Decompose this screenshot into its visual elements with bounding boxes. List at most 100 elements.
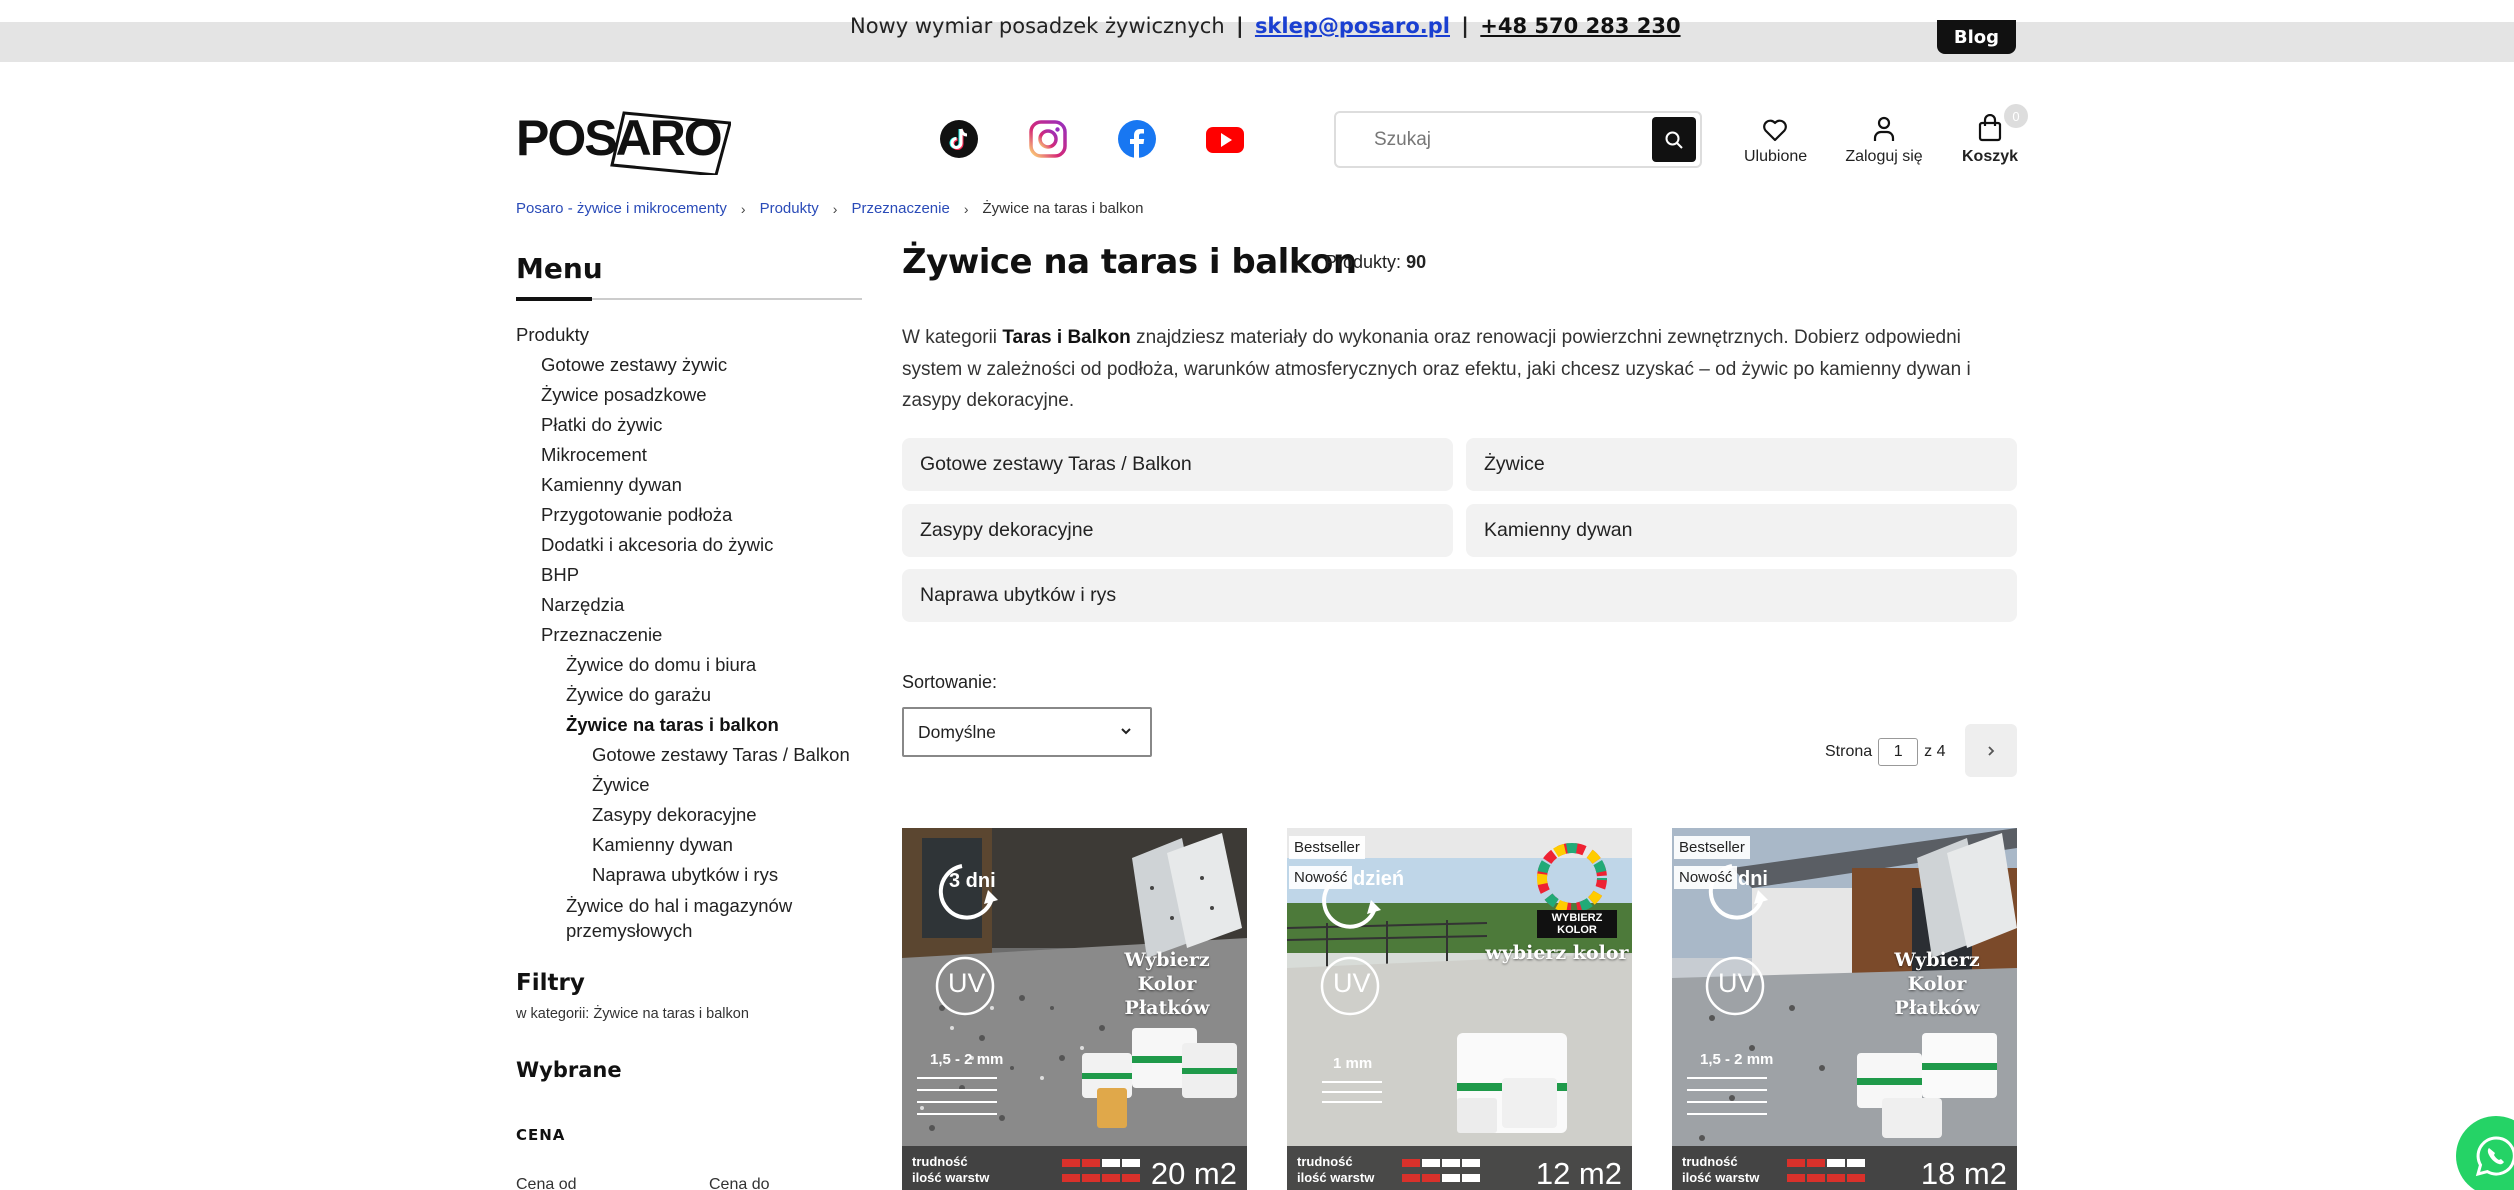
- blog-button[interactable]: Blog: [1937, 20, 2016, 54]
- top-bar-phone-link[interactable]: +48 570 283 230: [1480, 14, 1680, 38]
- difficulty-scale: trudność ilość warstw: [1682, 1154, 1760, 1185]
- sort-value: Domyślne: [918, 721, 996, 742]
- sidebar-item[interactable]: BHP: [516, 560, 866, 590]
- uv-label: UV: [1718, 968, 1756, 998]
- sort-label: Sortowanie:: [902, 672, 998, 692]
- tiktok-icon[interactable]: [940, 120, 978, 158]
- login-label: Zaloguj się: [1845, 148, 1923, 165]
- product-card[interactable]: Bestseller Nowość dzień WYBIERZ KOLOR wy…: [1287, 828, 1632, 1190]
- selected-filters-title: Wybrane: [516, 1058, 622, 1082]
- cart-count-badge: 0: [2004, 104, 2028, 128]
- top-bar-email-link[interactable]: sklep@posaro.pl: [1255, 14, 1450, 38]
- sidebar-item[interactable]: Żywice: [516, 770, 866, 800]
- page-number-input[interactable]: [1878, 738, 1919, 766]
- sidebar-item[interactable]: Narzędzia: [516, 590, 866, 620]
- category-description: W kategorii Taras i Balkon znajdziesz ma…: [902, 327, 1971, 411]
- difficulty-scale: trudność ilość warstw: [912, 1154, 990, 1185]
- sidebar-item[interactable]: Gotowe zestawy żywic: [516, 350, 866, 380]
- youtube-icon[interactable]: [1206, 120, 1244, 158]
- chevron-right-icon: ›: [832, 200, 838, 217]
- search-box: [1334, 111, 1702, 168]
- page-title: Żywice na taras i balkon: [902, 242, 1357, 282]
- uv-label: UV: [948, 968, 986, 998]
- curing-time-label: dzień: [1353, 868, 1405, 890]
- chevron-right-icon: [1988, 745, 1995, 756]
- subcategory-tile[interactable]: Zasypy dekoracyjne: [902, 504, 1453, 557]
- sidebar-item-active[interactable]: Żywice na taras i balkon: [516, 710, 866, 740]
- filters-title: Filtry: [516, 970, 585, 996]
- subcategory-tile[interactable]: Żywice: [1466, 438, 2017, 491]
- top-bar-tagline: Nowy wymiar posadzek żywicznych: [850, 14, 1225, 38]
- chevron-right-icon: ›: [740, 200, 746, 217]
- sidebar-title-underline: [516, 297, 592, 301]
- price-to-label: Cena do: [709, 1176, 770, 1190]
- coverage-area: 18 m2: [1920, 1156, 2007, 1190]
- product-count-value: 90: [1406, 252, 1427, 272]
- sidebar-item[interactable]: Żywice do hal i magazynów przemysłowych: [516, 890, 866, 946]
- search-button[interactable]: [1652, 117, 1696, 162]
- sidebar-item[interactable]: Płatki do żywic: [516, 410, 866, 440]
- bestseller-badge: Bestseller: [1674, 836, 1750, 859]
- top-bar: Nowy wymiar posadzek żywicznych | sklep@…: [0, 14, 2514, 62]
- shopping-bag-icon: [1978, 114, 2002, 142]
- price-from-label: Cena od: [516, 1176, 577, 1190]
- thickness-label: 1 mm: [1333, 1055, 1373, 1072]
- choose-color-stamp: WYBIERZ KOLOR: [1551, 912, 1603, 936]
- pager-label: Strona: [1825, 743, 1873, 760]
- breadcrumb-purpose[interactable]: Przeznaczenie: [851, 200, 949, 217]
- sidebar-menu: Produkty Gotowe zestawy żywic Żywice posad…: [516, 320, 866, 946]
- subcategory-tile[interactable]: Kamienny dywan: [1466, 504, 2017, 557]
- curing-time-label: dni: [1738, 868, 1768, 890]
- bestseller-badge: Bestseller: [1289, 836, 1365, 859]
- breadcrumb-home[interactable]: Posaro - żywice i mikrocementy: [516, 200, 727, 217]
- product-count: Produkty: 90: [1325, 252, 1427, 272]
- sidebar-item[interactable]: Żywice do domu i biura: [516, 650, 866, 680]
- chevron-down-icon: [1121, 728, 1131, 735]
- favorites-label: Ulubione: [1744, 148, 1808, 165]
- sidebar-item[interactable]: Kamienny dywan: [516, 470, 866, 500]
- sidebar-item[interactable]: Dodatki i akcesoria do żywic: [516, 530, 866, 560]
- new-badge: Nowość: [1289, 866, 1353, 889]
- sidebar-item[interactable]: Produkty: [516, 320, 866, 350]
- new-badge: Nowość: [1674, 866, 1738, 889]
- product-card[interactable]: Bestseller Nowość dni Wybierz Kolor Płat…: [1672, 828, 2017, 1190]
- search-icon: [1665, 131, 1683, 149]
- posaro-logo[interactable]: POSARO: [516, 103, 732, 177]
- cart-label: Koszyk: [1961, 148, 2019, 165]
- product-headline: Wybierz Kolor Płatków: [1124, 949, 1210, 1019]
- coverage-area: 12 m2: [1535, 1156, 1622, 1190]
- sidebar-item[interactable]: Żywice posadzkowe: [516, 380, 866, 410]
- search-input[interactable]: [1374, 125, 1634, 155]
- cart-link[interactable]: Koszyk 0: [1960, 104, 2028, 166]
- whatsapp-chat-button[interactable]: [2456, 1116, 2514, 1190]
- sidebar-item[interactable]: Naprawa ubytków i rys: [516, 860, 866, 890]
- sidebar-item[interactable]: Żywice do garażu: [516, 680, 866, 710]
- product-headline: wybierz kolor: [1485, 942, 1629, 964]
- facebook-icon[interactable]: [1118, 120, 1156, 158]
- filters-subtitle: w kategorii: Żywice na taras i balkon: [516, 1006, 749, 1022]
- sidebar-item[interactable]: Gotowe zestawy Taras / Balkon: [516, 740, 866, 770]
- subcategory-tile[interactable]: Naprawa ubytków i rys: [902, 569, 2017, 622]
- next-page-button[interactable]: [1965, 724, 2017, 777]
- breadcrumb: Posaro - żywice i mikrocementy › Produkt…: [516, 200, 1143, 217]
- breadcrumb-products[interactable]: Produkty: [760, 200, 819, 217]
- sidebar-menu-title: Menu: [516, 252, 603, 285]
- curing-time-label: 3 dni: [949, 870, 996, 892]
- login-link[interactable]: Zaloguj się: [1844, 112, 1924, 166]
- sidebar-item[interactable]: Mikrocement: [516, 440, 866, 470]
- favorites-link[interactable]: Ulubione: [1744, 112, 1808, 166]
- product-card[interactable]: 3 dni Wybierz Kolor Płatków UV 1,5 - 2 m…: [902, 828, 1247, 1190]
- user-icon: [1873, 116, 1895, 141]
- sidebar-item[interactable]: Kamienny dywan: [516, 830, 866, 860]
- sidebar-item[interactable]: Przygotowanie podłoża: [516, 500, 866, 530]
- sidebar-item[interactable]: Przeznaczenie: [516, 620, 866, 650]
- coverage-area: 20 m2: [1150, 1156, 1237, 1190]
- uv-label: UV: [1333, 968, 1371, 998]
- sidebar-item[interactable]: Zasypy dekoracyjne: [516, 800, 866, 830]
- subcategory-tile[interactable]: Gotowe zestawy Taras / Balkon: [902, 438, 1453, 491]
- instagram-icon[interactable]: [1029, 120, 1067, 158]
- product-headline: Wybierz Kolor Płatków: [1894, 949, 1980, 1019]
- price-filter-title: CENA: [516, 1126, 566, 1144]
- difficulty-scale: trudność ilość warstw: [1297, 1154, 1375, 1185]
- sort-select[interactable]: Domyślne: [902, 707, 1152, 757]
